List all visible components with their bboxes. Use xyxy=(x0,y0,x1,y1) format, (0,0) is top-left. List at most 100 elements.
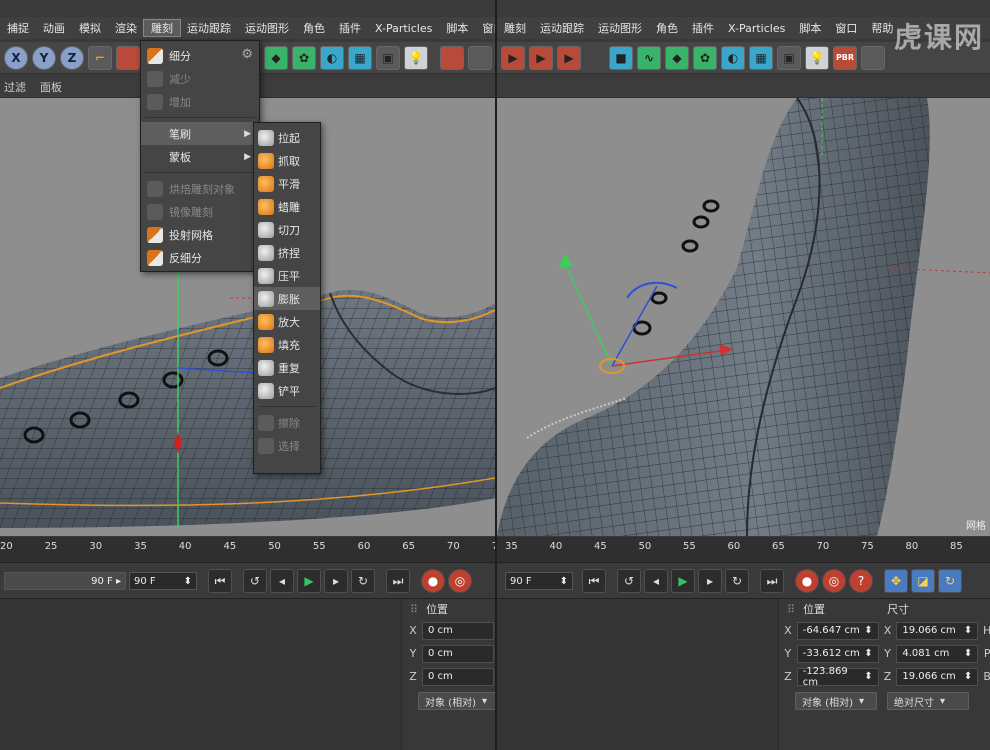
end-frame-field[interactable]: 90 F ⬍ xyxy=(129,572,197,590)
sculpt-menu-item[interactable]: 蒙板 ▶ xyxy=(141,145,259,168)
axis-z-toggle[interactable]: Z xyxy=(60,45,84,70)
deformer-icon[interactable]: ◐ xyxy=(320,45,344,70)
position-field[interactable]: 0 cm xyxy=(422,621,494,640)
next-frame-button[interactable]: ▸ xyxy=(324,569,348,593)
autokey-button[interactable]: ◎ xyxy=(448,569,472,593)
menu-item[interactable]: 窗口 xyxy=(475,20,495,36)
stepper-icon[interactable]: ⬍ xyxy=(864,648,872,659)
position-field[interactable]: 0 cm xyxy=(422,667,494,686)
floor-icon[interactable]: ▦ xyxy=(749,45,773,70)
render-region-icon[interactable] xyxy=(116,45,140,70)
brush-menu-item[interactable]: 选择 xyxy=(254,434,320,457)
deformer-icon[interactable]: ◐ xyxy=(721,45,745,70)
axis-y-toggle[interactable]: Y xyxy=(32,45,56,70)
render-settings-icon[interactable]: ▶ xyxy=(557,45,581,70)
coordinate-system-icon[interactable]: ⌐ xyxy=(88,45,112,70)
play-button[interactable]: ▶ xyxy=(297,569,321,593)
rotate-tool-icon[interactable]: ↻ xyxy=(938,569,962,593)
menu-item[interactable]: 脚本 xyxy=(439,20,475,36)
camera-icon[interactable]: ▣ xyxy=(777,45,801,70)
sculpt-menu-item[interactable]: 细分 xyxy=(141,44,259,67)
stepper-icon[interactable]: ⬍ xyxy=(964,671,972,682)
brush-menu-item[interactable]: 重复 xyxy=(254,356,320,379)
light-icon[interactable]: 💡 xyxy=(404,45,428,70)
menu-item[interactable]: 角色 xyxy=(649,20,685,36)
cube-icon[interactable]: ■ xyxy=(609,45,633,70)
menu-item[interactable]: X-Particles xyxy=(721,22,792,35)
menu-item[interactable]: 雕刻 xyxy=(497,20,533,36)
position-field[interactable]: -123.869 cm ⬍ xyxy=(796,666,879,688)
brush-menu-item[interactable]: 膨胀 xyxy=(254,287,320,310)
snap-icon[interactable] xyxy=(440,45,464,70)
go-to-start-button[interactable]: ⏮ xyxy=(208,569,232,593)
go-to-end-button[interactable]: ⏭ xyxy=(386,569,410,593)
play-button[interactable]: ▶ xyxy=(671,569,695,593)
brush-menu-item[interactable]: 抓取 xyxy=(254,149,320,172)
render-picture-viewer-icon[interactable]: ▶ xyxy=(529,45,553,70)
floor-icon[interactable]: ▦ xyxy=(348,45,372,70)
brush-menu-item[interactable]: 挤捏 xyxy=(254,241,320,264)
menu-item[interactable]: 运动跟踪 xyxy=(533,20,591,36)
next-frame-button[interactable]: ▸ xyxy=(698,569,722,593)
position-field[interactable]: 0 cm xyxy=(422,644,494,663)
brush-menu-item[interactable]: 切刀 xyxy=(254,218,320,241)
menu-item[interactable]: 插件 xyxy=(685,20,721,36)
menu-item[interactable]: X-Particles xyxy=(368,22,439,35)
size-field[interactable]: 4.081 cm ⬍ xyxy=(896,644,979,663)
render-view-icon[interactable]: ▶ xyxy=(501,45,525,70)
menu-item[interactable]: 角色 xyxy=(296,20,332,36)
nurbs-icon[interactable]: ◆ xyxy=(665,45,689,70)
coordinate-mode-dropdown[interactable]: 对象 (相对) ▾ xyxy=(795,692,877,710)
menu-item[interactable]: 运动图形 xyxy=(238,20,296,36)
menu-item[interactable]: 捕捉 xyxy=(0,20,36,36)
brush-menu-item[interactable]: 铲平 xyxy=(254,379,320,402)
pbr-material-icon[interactable]: PBR xyxy=(833,45,857,70)
subbar-menu-item[interactable]: 面板 xyxy=(40,79,62,95)
sculpt-menu-item[interactable]: 镜像雕刻 xyxy=(141,200,259,223)
brush-menu-item[interactable]: 填充 xyxy=(254,333,320,356)
help-icon[interactable]: ? xyxy=(849,569,873,593)
next-key-button[interactable]: ↻ xyxy=(351,569,375,593)
size-field[interactable]: 19.066 cm ⬍ xyxy=(896,621,979,640)
mograph-icon[interactable]: ✿ xyxy=(693,45,717,70)
stepper-icon[interactable]: ⬍ xyxy=(964,625,972,636)
autokey-button[interactable]: ◎ xyxy=(822,569,846,593)
size-mode-dropdown[interactable]: 绝对尺寸 ▾ xyxy=(887,692,969,710)
menu-item[interactable]: 运动图形 xyxy=(591,20,649,36)
brush-menu-item[interactable]: 蜡雕 xyxy=(254,195,320,218)
menu-item[interactable]: 雕刻 xyxy=(143,19,181,37)
menu-item[interactable]: 运动跟踪 xyxy=(180,20,238,36)
brush-menu-item[interactable]: 拉起 xyxy=(254,126,320,149)
coordinate-mode-dropdown[interactable]: 对象 (相对) ▾ xyxy=(418,692,495,710)
timeline-ruler-left[interactable]: 202530354045505560657075 xyxy=(0,537,495,563)
snap-icon[interactable] xyxy=(861,45,885,70)
next-key-button[interactable]: ↻ xyxy=(725,569,749,593)
axis-x-toggle[interactable]: X xyxy=(4,45,28,70)
record-button[interactable]: ● xyxy=(421,569,445,593)
stepper-icon[interactable]: ⬍ xyxy=(864,671,872,682)
effector-icon[interactable]: ✿ xyxy=(292,45,316,70)
record-button[interactable]: ● xyxy=(795,569,819,593)
brush-menu-item[interactable]: 平滑 xyxy=(254,172,320,195)
menu-item[interactable]: 模拟 xyxy=(72,20,108,36)
brush-menu-item[interactable]: 压平 xyxy=(254,264,320,287)
sculpt-menu-item[interactable]: 笔刷 ▶ xyxy=(141,122,259,145)
previous-frame-button[interactable]: ◂ xyxy=(270,569,294,593)
spline-icon[interactable]: ∿ xyxy=(637,45,661,70)
menu-item[interactable]: 动画 xyxy=(36,20,72,36)
workplane-icon[interactable] xyxy=(468,45,492,70)
camera-icon[interactable]: ▣ xyxy=(376,45,400,70)
stepper-icon[interactable]: ⬍ xyxy=(964,648,972,659)
timeline-ruler-right[interactable]: 35 40 45 50 55 60 65 70 75 80 85 xyxy=(497,537,990,563)
brush-menu-item[interactable]: 擦除 xyxy=(254,411,320,434)
subbar-menu-item[interactable]: 过滤 xyxy=(4,79,26,95)
size-field[interactable]: 19.066 cm ⬍ xyxy=(896,667,979,686)
previous-key-button[interactable]: ↺ xyxy=(617,569,641,593)
sculpt-menu-item[interactable]: 减少 xyxy=(141,67,259,90)
cloner-icon[interactable]: ◆ xyxy=(264,45,288,70)
menu-item[interactable]: 脚本 xyxy=(792,20,828,36)
sculpt-menu-item[interactable]: 增加 xyxy=(141,90,259,113)
menu-item[interactable]: 渲染 xyxy=(108,20,144,36)
light-icon[interactable]: 💡 xyxy=(805,45,829,70)
brush-menu-item[interactable]: 放大 xyxy=(254,310,320,333)
